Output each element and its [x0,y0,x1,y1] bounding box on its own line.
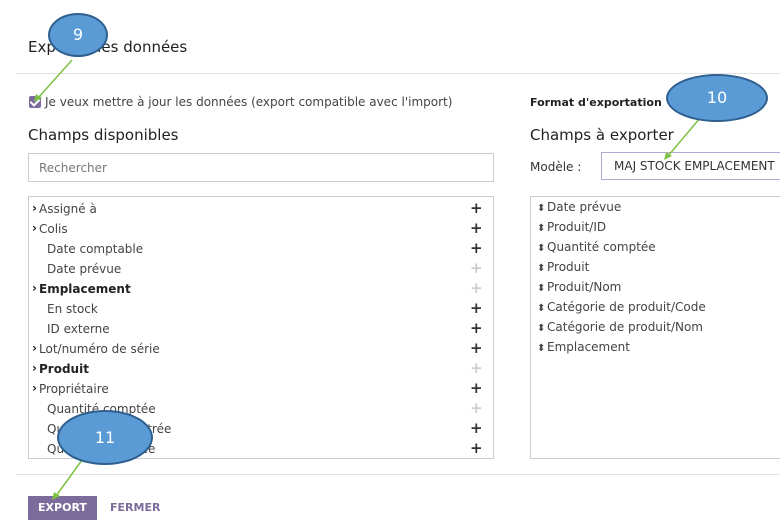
callout-11: 11 [57,410,153,465]
callout-arrow-10 [667,117,701,157]
callout-arrow-9 [37,59,73,99]
callout-10: 10 [666,74,768,122]
callout-9: 9 [48,13,108,57]
callout-arrow-11 [55,459,83,497]
